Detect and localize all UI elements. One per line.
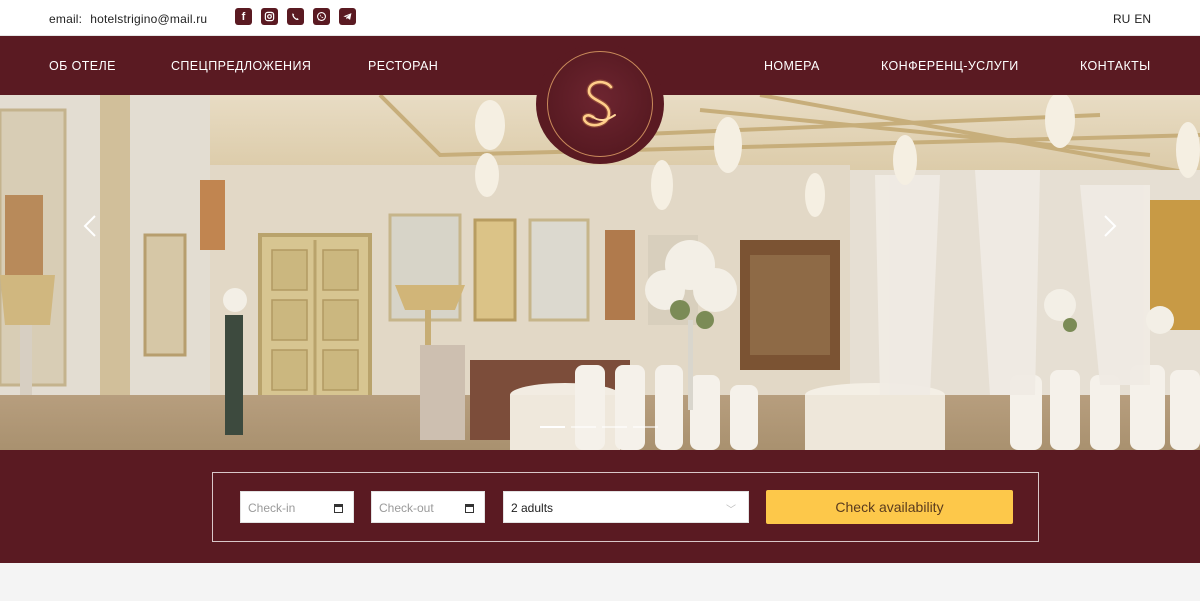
whatsapp-icon[interactable] xyxy=(313,8,330,25)
slider-pagination xyxy=(540,426,658,428)
logo-letter-s xyxy=(581,79,616,128)
email-label: email: xyxy=(49,12,83,26)
nav-conference[interactable]: КОНФЕРЕНЦ-УСЛУГИ xyxy=(881,59,1019,73)
lang-en-link[interactable]: EN xyxy=(1134,12,1151,26)
chevron-down-icon: ﹀ xyxy=(726,505,736,516)
booking-form: Check-in Check-out 2 adults ﹀ Check avai… xyxy=(212,472,1039,542)
nav-restaurant[interactable]: РЕСТОРАН xyxy=(368,59,438,73)
email-address-link[interactable]: hotelstrigino@mail.ru xyxy=(90,12,207,26)
hotel-logo[interactable] xyxy=(536,44,664,164)
email-contact: email: hotelstrigino@mail.ru xyxy=(49,12,207,26)
checkin-input[interactable]: Check-in xyxy=(240,491,354,523)
checkout-input[interactable]: Check-out xyxy=(371,491,485,523)
instagram-icon[interactable] xyxy=(261,8,278,25)
lang-ru-link[interactable]: RU xyxy=(1113,12,1130,26)
facebook-icon[interactable]: f xyxy=(235,8,252,25)
slider-dot-1[interactable] xyxy=(540,426,565,428)
slider-dot-3[interactable] xyxy=(602,426,627,428)
telegram-icon[interactable] xyxy=(339,8,356,25)
slider-next-button[interactable] xyxy=(1100,213,1120,239)
chevron-left-icon xyxy=(83,215,96,237)
checkin-placeholder: Check-in xyxy=(248,501,296,515)
nav-contacts[interactable]: КОНТАКТЫ xyxy=(1080,59,1151,73)
calendar-icon xyxy=(465,504,474,513)
nav-rooms[interactable]: НОМЕРА xyxy=(764,59,820,73)
language-switcher: RU EN xyxy=(1113,12,1151,26)
nav-offers[interactable]: СПЕЦПРЕДЛОЖЕНИЯ xyxy=(171,59,311,73)
nav-about[interactable]: ОБ ОТЕЛЕ xyxy=(49,59,116,73)
social-links: f xyxy=(235,8,356,25)
slider-dot-4[interactable] xyxy=(633,426,658,428)
viber-icon[interactable] xyxy=(287,8,304,25)
logo-emblem xyxy=(547,51,653,157)
guests-select[interactable]: 2 adults ﹀ xyxy=(503,491,749,523)
guests-value: 2 adults xyxy=(511,501,554,515)
chevron-right-icon xyxy=(1104,215,1117,237)
check-availability-button[interactable]: Check availability xyxy=(766,490,1013,524)
booking-section: Check-in Check-out 2 adults ﹀ Check avai… xyxy=(0,450,1200,563)
slider-prev-button[interactable] xyxy=(80,213,100,239)
calendar-icon xyxy=(334,504,343,513)
top-bar: email: hotelstrigino@mail.ru f RU EN xyxy=(0,0,1200,36)
checkout-placeholder: Check-out xyxy=(379,501,434,515)
slider-dot-2[interactable] xyxy=(571,426,596,428)
